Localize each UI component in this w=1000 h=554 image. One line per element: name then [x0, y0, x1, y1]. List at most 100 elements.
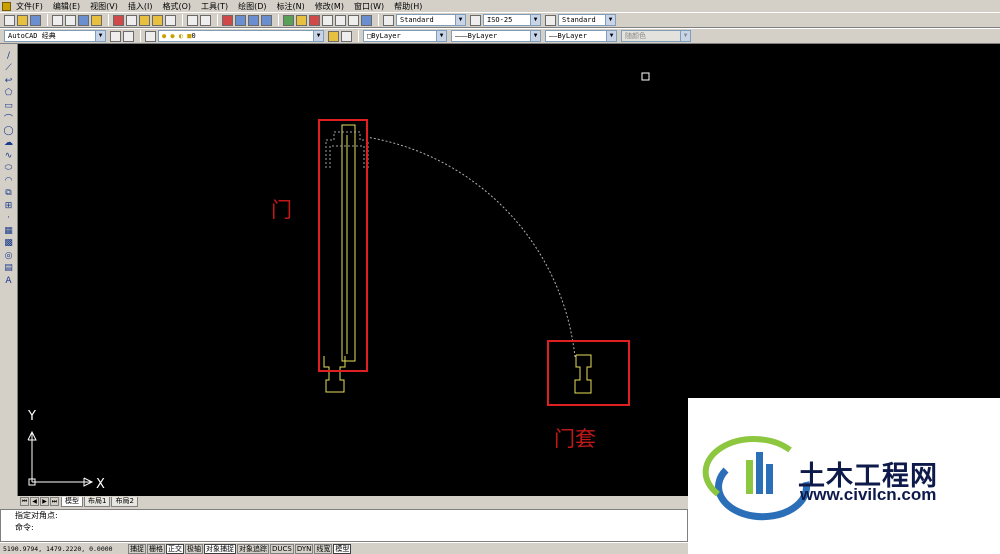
color-select[interactable]: □ ByLayer ▼: [363, 30, 447, 42]
make-current-layer-icon[interactable]: [328, 30, 339, 42]
insert-block-icon[interactable]: ⧉: [3, 188, 14, 199]
multiline-text-icon[interactable]: A: [3, 275, 14, 286]
publish-icon[interactable]: [78, 14, 89, 26]
workspace-save-icon[interactable]: [123, 30, 134, 42]
chevron-down-icon[interactable]: ▼: [455, 15, 465, 25]
arc-icon[interactable]: ⌒: [3, 113, 14, 125]
menu-dimension[interactable]: 标注(N): [277, 1, 305, 12]
3d-dwf-icon[interactable]: [91, 14, 102, 26]
table-style-select[interactable]: Standard ▼: [558, 14, 616, 26]
revision-cloud-icon[interactable]: ☁: [3, 138, 14, 149]
ellipse-icon[interactable]: ⬭: [3, 163, 14, 174]
point-icon[interactable]: ·: [3, 213, 14, 224]
lineweight-select[interactable]: —— ByLayer ▼: [545, 30, 617, 42]
command-prompt[interactable]: 命令:: [15, 522, 687, 534]
tab-model[interactable]: 模型: [61, 496, 83, 507]
paste-icon[interactable]: [139, 14, 150, 26]
open-icon[interactable]: [17, 14, 28, 26]
menu-edit[interactable]: 编辑(E): [53, 1, 80, 12]
match-properties-icon[interactable]: [152, 14, 163, 26]
hatch-icon[interactable]: ▦: [3, 225, 14, 236]
model-toggle[interactable]: 模型: [333, 543, 352, 554]
ortho-toggle[interactable]: 正交: [166, 543, 184, 554]
properties-icon[interactable]: [283, 14, 294, 26]
ducs-toggle[interactable]: DUCS: [270, 543, 294, 554]
menu-tools[interactable]: 工具(T): [201, 1, 228, 12]
coordinate-readout[interactable]: 5190.9794, 1479.2220, 0.0000: [0, 545, 128, 553]
app-icon[interactable]: [2, 1, 11, 11]
design-center-icon[interactable]: [296, 14, 307, 26]
pan-icon[interactable]: [222, 14, 233, 26]
calculator-icon[interactable]: [348, 14, 359, 26]
otrack-toggle[interactable]: 对象追踪: [237, 543, 269, 554]
dyn-toggle[interactable]: DYN: [294, 543, 314, 554]
circle-icon[interactable]: ◯: [3, 125, 14, 136]
menu-view[interactable]: 视图(V): [90, 1, 118, 12]
prev-tab-icon[interactable]: ◀: [30, 497, 39, 506]
layer-manager-icon[interactable]: [145, 30, 156, 42]
chevron-down-icon[interactable]: ▼: [606, 31, 616, 41]
menu-modify[interactable]: 修改(M): [315, 1, 344, 12]
chevron-down-icon[interactable]: ▼: [530, 31, 540, 41]
cut-icon[interactable]: [113, 14, 124, 26]
zoom-realtime-icon[interactable]: [235, 14, 246, 26]
next-tab-icon[interactable]: ▶: [40, 497, 49, 506]
undo-icon[interactable]: [187, 14, 198, 26]
first-tab-icon[interactable]: ⏮: [20, 497, 29, 506]
line-icon[interactable]: /: [3, 50, 14, 61]
make-block-icon[interactable]: ⊞: [3, 200, 14, 211]
menu-format[interactable]: 格式(O): [162, 1, 191, 12]
redo-icon[interactable]: [200, 14, 211, 26]
region-icon[interactable]: ◎: [3, 250, 14, 261]
tab-layout1[interactable]: 布局1: [84, 496, 111, 507]
rectangle-icon[interactable]: ▭: [3, 100, 14, 111]
menu-insert[interactable]: 插入(I): [128, 1, 153, 12]
polyline-icon[interactable]: ↩: [3, 75, 14, 86]
layer-previous-icon[interactable]: [341, 30, 352, 42]
menu-help[interactable]: 帮助(H): [394, 1, 422, 12]
new-icon[interactable]: [4, 14, 15, 26]
tab-layout2[interactable]: 布局2: [111, 496, 138, 507]
layer-select[interactable]: ● ● ◐ ■ 0 ▼: [158, 30, 324, 42]
table-style-icon[interactable]: [545, 14, 556, 26]
polar-toggle[interactable]: 极轴: [185, 543, 203, 554]
snap-toggle[interactable]: 捕捉: [128, 543, 146, 554]
lineweight-toggle[interactable]: 线宽: [314, 543, 333, 554]
gradient-icon[interactable]: ▩: [3, 238, 14, 249]
chevron-down-icon[interactable]: ▼: [95, 31, 105, 41]
polygon-icon[interactable]: ⬠: [3, 88, 14, 99]
help-icon[interactable]: [361, 14, 372, 26]
chevron-down-icon[interactable]: ▼: [436, 31, 446, 41]
block-editor-icon[interactable]: [165, 14, 176, 26]
dim-style-select[interactable]: ISO-25 ▼: [483, 14, 541, 26]
sheet-set-icon[interactable]: [322, 14, 333, 26]
chevron-down-icon[interactable]: ▼: [313, 31, 323, 41]
workspace-select[interactable]: AutoCAD 经典 ▼: [4, 30, 106, 42]
menu-file[interactable]: 文件(F): [16, 1, 43, 12]
workspace-settings-icon[interactable]: [110, 30, 121, 42]
spline-icon[interactable]: ∿: [3, 150, 14, 161]
text-style-select[interactable]: Standard ▼: [396, 14, 466, 26]
command-window[interactable]: 指定对角点: 命令:: [0, 509, 688, 542]
text-style-icon[interactable]: [383, 14, 394, 26]
menu-window[interactable]: 窗口(W): [354, 1, 384, 12]
dim-style-icon[interactable]: [470, 14, 481, 26]
linetype-select[interactable]: ——— ByLayer ▼: [451, 30, 541, 42]
tool-palettes-icon[interactable]: [309, 14, 320, 26]
zoom-previous-icon[interactable]: [261, 14, 272, 26]
construction-line-icon[interactable]: ⟋: [3, 63, 14, 74]
print-icon[interactable]: [52, 14, 63, 26]
chevron-down-icon[interactable]: ▼: [605, 15, 615, 25]
menu-draw[interactable]: 绘图(D): [238, 1, 266, 12]
osnap-toggle[interactable]: 对象捕捉: [204, 543, 236, 554]
table-icon[interactable]: ▤: [3, 263, 14, 274]
last-tab-icon[interactable]: ⏭: [50, 497, 59, 506]
copy-icon[interactable]: [126, 14, 137, 26]
save-icon[interactable]: [30, 14, 41, 26]
chevron-down-icon[interactable]: ▼: [530, 15, 540, 25]
ellipse-arc-icon[interactable]: ◠: [3, 175, 14, 186]
zoom-window-icon[interactable]: [248, 14, 259, 26]
preview-icon[interactable]: [65, 14, 76, 26]
grid-toggle[interactable]: 栅格: [147, 543, 165, 554]
markup-icon[interactable]: [335, 14, 346, 26]
